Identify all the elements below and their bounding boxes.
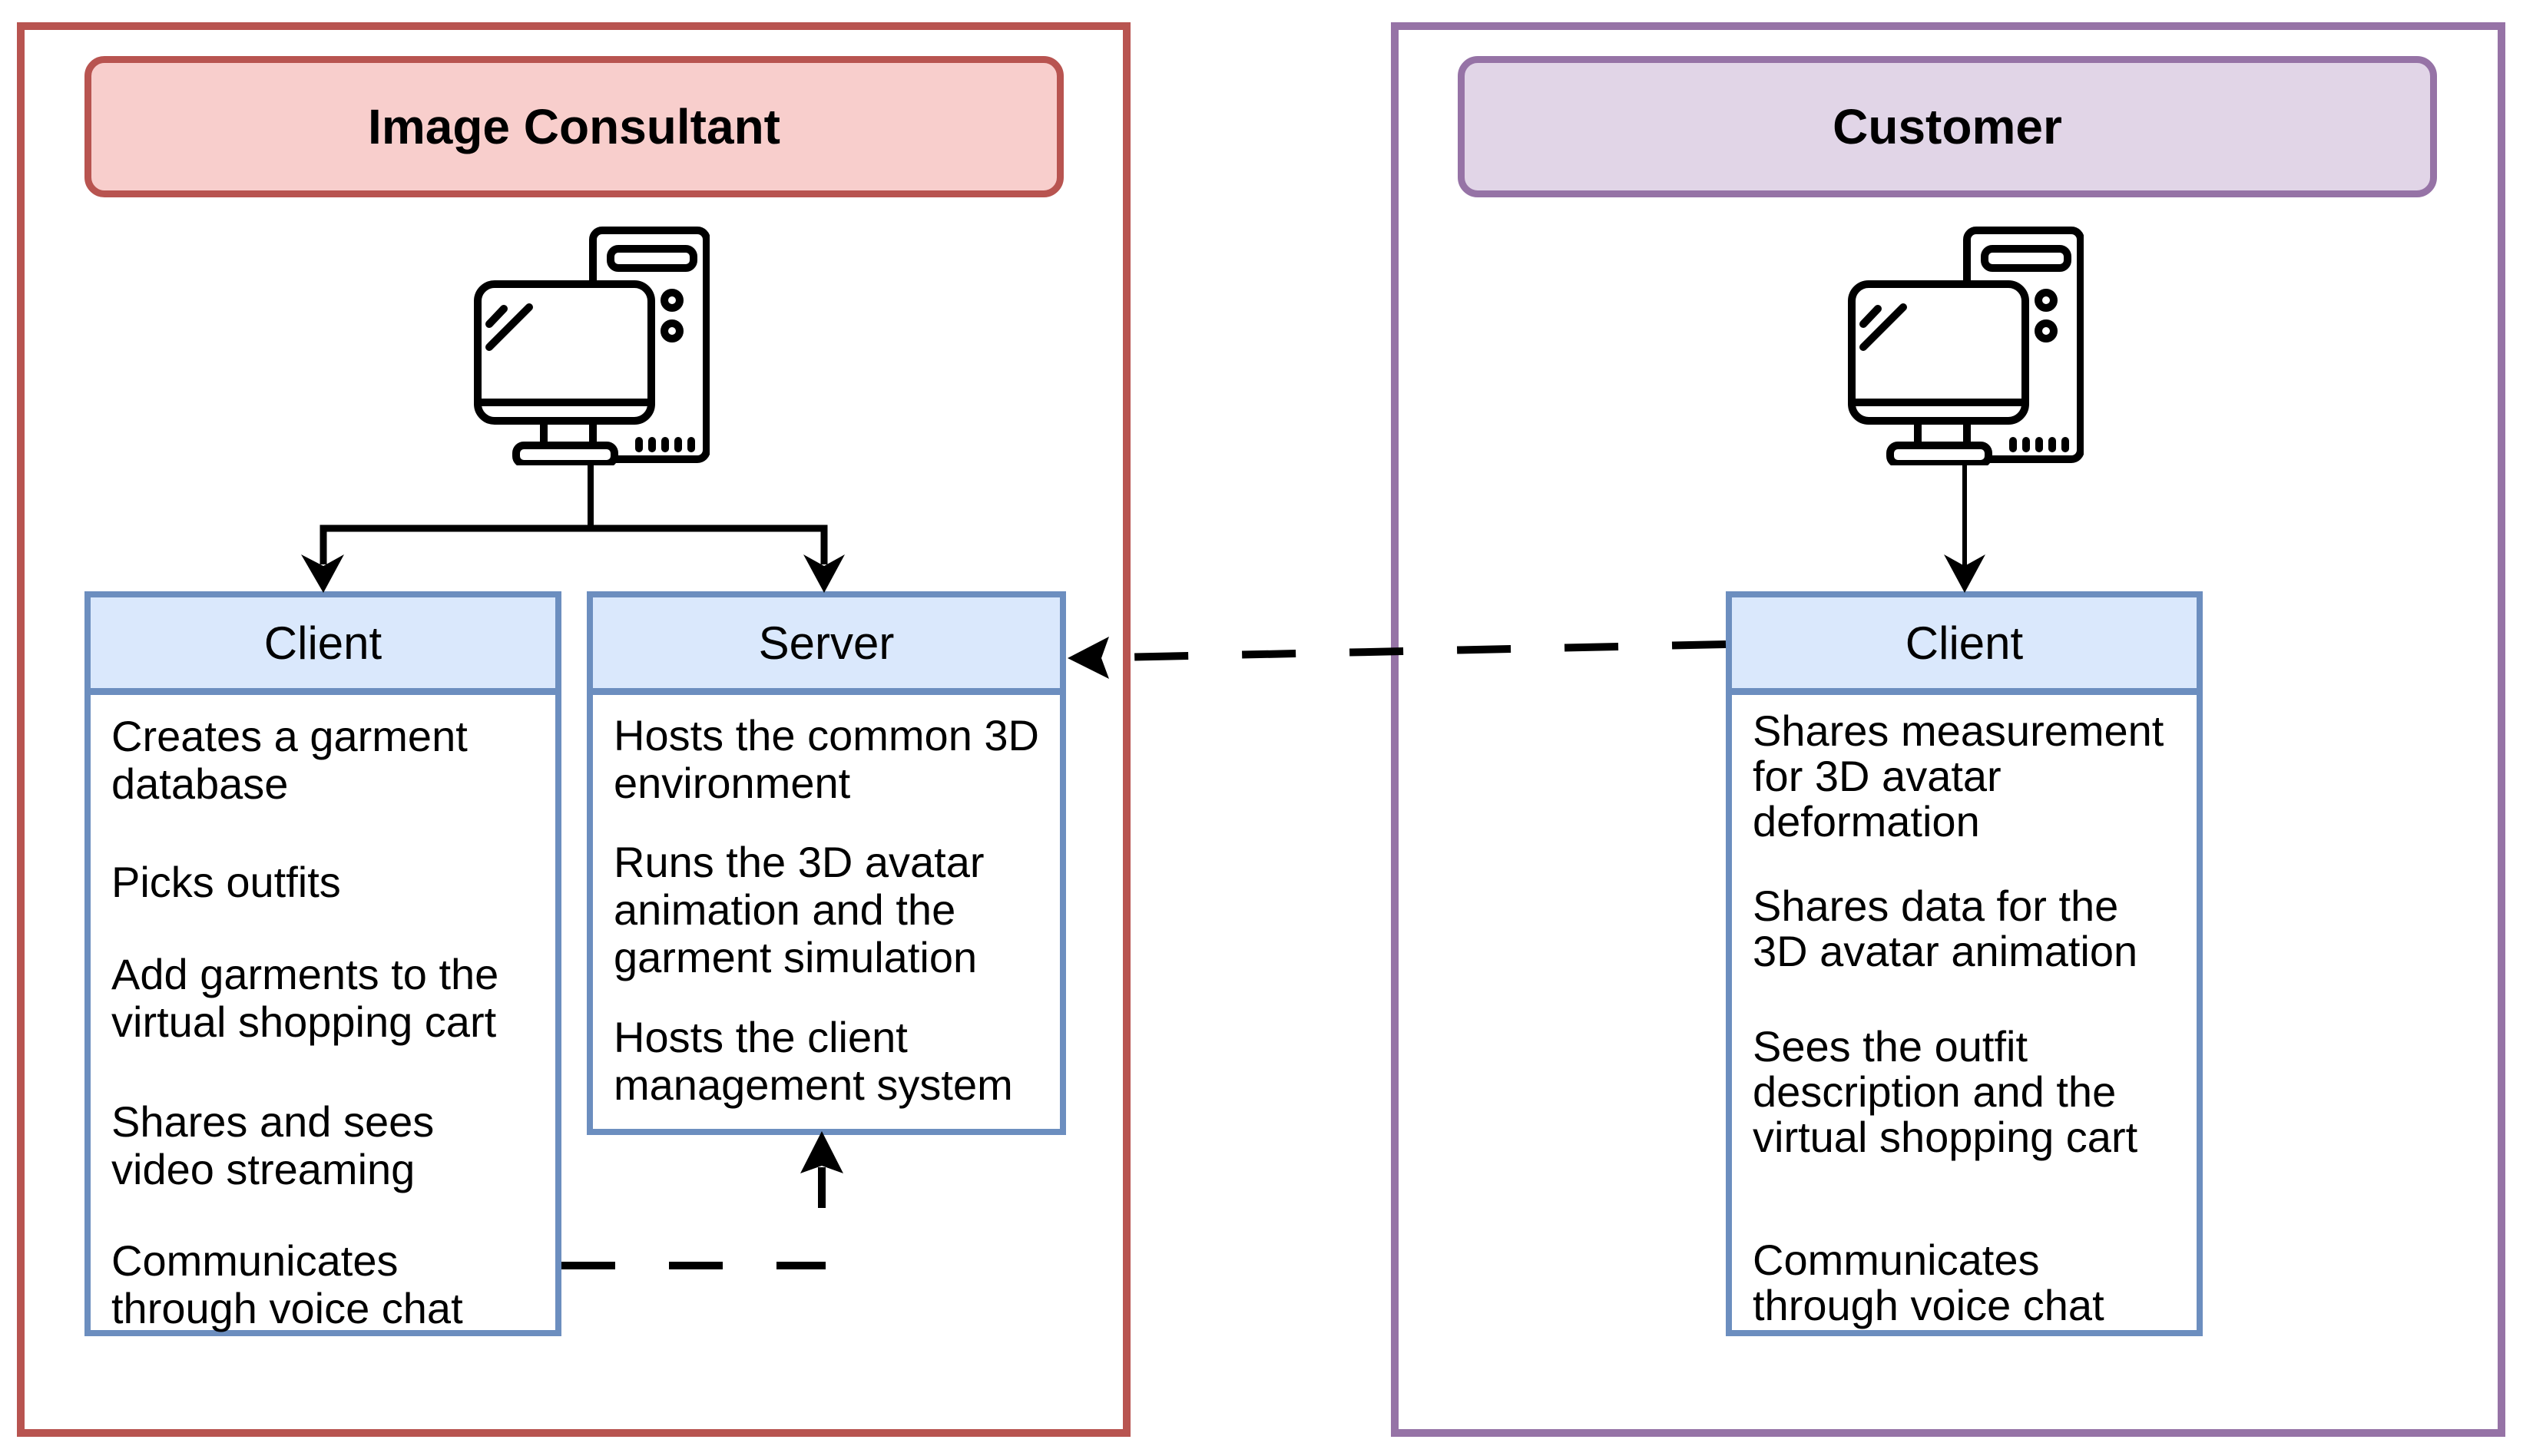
arrowhead-to-consultant-server-right (1068, 637, 1109, 679)
consultant-computer-to-boxes-connector (320, 464, 828, 564)
connectors (301, 464, 1985, 1269)
arrowhead-to-consultant-server-bottom (800, 1131, 843, 1173)
customer-client-to-server-dashed-connector (1082, 640, 1727, 662)
